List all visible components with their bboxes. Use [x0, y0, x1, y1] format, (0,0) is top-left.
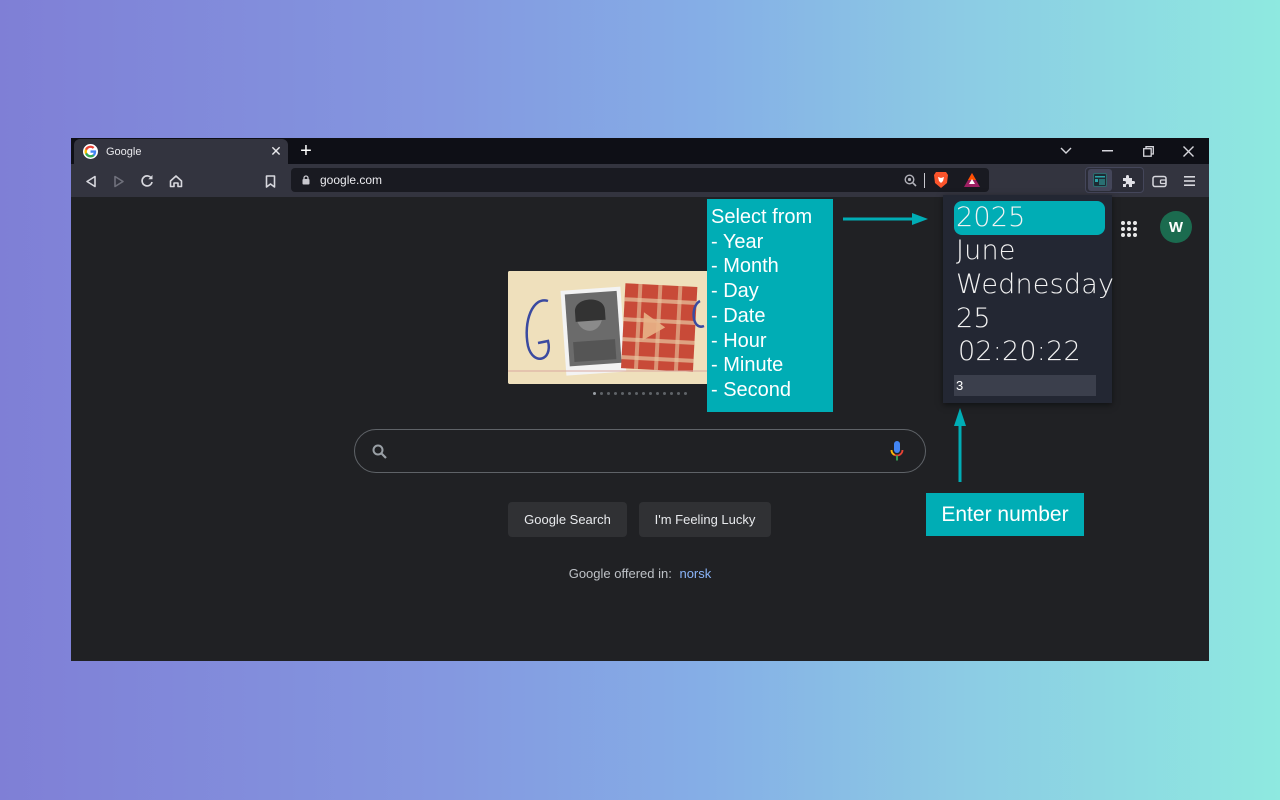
toolbar: google.com — [71, 164, 1209, 197]
doodle-page-dot[interactable] — [677, 392, 680, 395]
voice-search-mic-icon[interactable] — [885, 439, 909, 463]
popup-row-day[interactable]: Wednesday — [956, 269, 1114, 300]
doodle-page-dot[interactable] — [642, 392, 645, 395]
doodle-page-dot[interactable] — [663, 392, 666, 395]
number-input[interactable] — [954, 375, 1096, 396]
account-avatar[interactable]: W — [1160, 211, 1192, 243]
forward-icon[interactable] — [108, 170, 130, 192]
google-doodle[interactable] — [508, 271, 708, 384]
doodle-page-dot[interactable] — [621, 392, 624, 395]
doodle-pagination — [593, 392, 687, 395]
address-bar-divider — [924, 172, 925, 188]
google-g-icon — [83, 144, 98, 159]
wallet-icon[interactable] — [1148, 170, 1170, 192]
doodle-page-dot[interactable] — [593, 392, 596, 395]
doodle-page-dot[interactable] — [600, 392, 603, 395]
reload-icon[interactable] — [136, 170, 158, 192]
restore-icon[interactable] — [1133, 138, 1163, 164]
tab-search-chevron-down-icon[interactable] — [1051, 138, 1081, 164]
popup-row-date[interactable]: 25 — [956, 303, 991, 334]
search-input[interactable] — [400, 442, 885, 460]
google-apps-icon[interactable] — [1119, 219, 1139, 239]
tab-google[interactable]: Google ✕ — [74, 139, 288, 164]
tab-close-icon[interactable]: ✕ — [266, 143, 286, 160]
back-icon[interactable] — [80, 170, 102, 192]
search-icon — [370, 442, 388, 460]
date-time-extension-popup: 2025 June Wednesday 25 02:20:22 — [943, 195, 1114, 403]
doodle-page-dot[interactable] — [670, 392, 673, 395]
doodle-page-dot[interactable] — [628, 392, 631, 395]
doodle-page-dot[interactable] — [656, 392, 659, 395]
brave-rewards-icon[interactable] — [963, 172, 981, 188]
doodle-page-dot[interactable] — [649, 392, 652, 395]
popup-row-month[interactable]: June — [956, 235, 1016, 266]
zoom-icon[interactable] — [902, 172, 918, 188]
doodle-page-dot[interactable] — [607, 392, 610, 395]
language-offer: Google offered in: norsk — [71, 566, 1209, 581]
bookmark-icon[interactable] — [259, 170, 281, 192]
calendar-extension-icon[interactable] — [1088, 169, 1112, 191]
select-from-callout: Select from - Year - Month - Day - Date … — [707, 199, 833, 412]
lock-icon[interactable] — [302, 175, 310, 185]
address-bar[interactable]: google.com — [291, 168, 989, 192]
doodle-page-dot[interactable] — [684, 392, 687, 395]
popup-row-year[interactable]: 2025 — [954, 201, 1105, 235]
close-window-icon[interactable] — [1173, 138, 1203, 164]
doodle-page-dot[interactable] — [635, 392, 638, 395]
url-text[interactable]: google.com — [320, 173, 902, 187]
puzzle-extensions-icon[interactable] — [1117, 170, 1139, 192]
new-tab-button[interactable]: + — [295, 139, 317, 163]
google-search-button[interactable]: Google Search — [508, 502, 627, 537]
menu-icon[interactable] — [1178, 170, 1200, 192]
google-search-box[interactable] — [354, 429, 926, 473]
brave-shields-icon[interactable] — [933, 171, 949, 189]
offered-in-label: Google offered in: — [568, 566, 672, 581]
tab-title: Google — [106, 145, 142, 158]
popup-row-time[interactable]: 02:20:22 — [958, 336, 1081, 367]
language-link[interactable]: norsk — [679, 566, 711, 581]
tab-strip: Google ✕ + — [71, 138, 1209, 164]
home-icon[interactable] — [165, 170, 187, 192]
minimize-icon[interactable] — [1092, 138, 1122, 164]
doodle-page-dot[interactable] — [614, 392, 617, 395]
enter-number-callout: Enter number — [926, 493, 1084, 536]
feeling-lucky-button[interactable]: I'm Feeling Lucky — [639, 502, 771, 537]
